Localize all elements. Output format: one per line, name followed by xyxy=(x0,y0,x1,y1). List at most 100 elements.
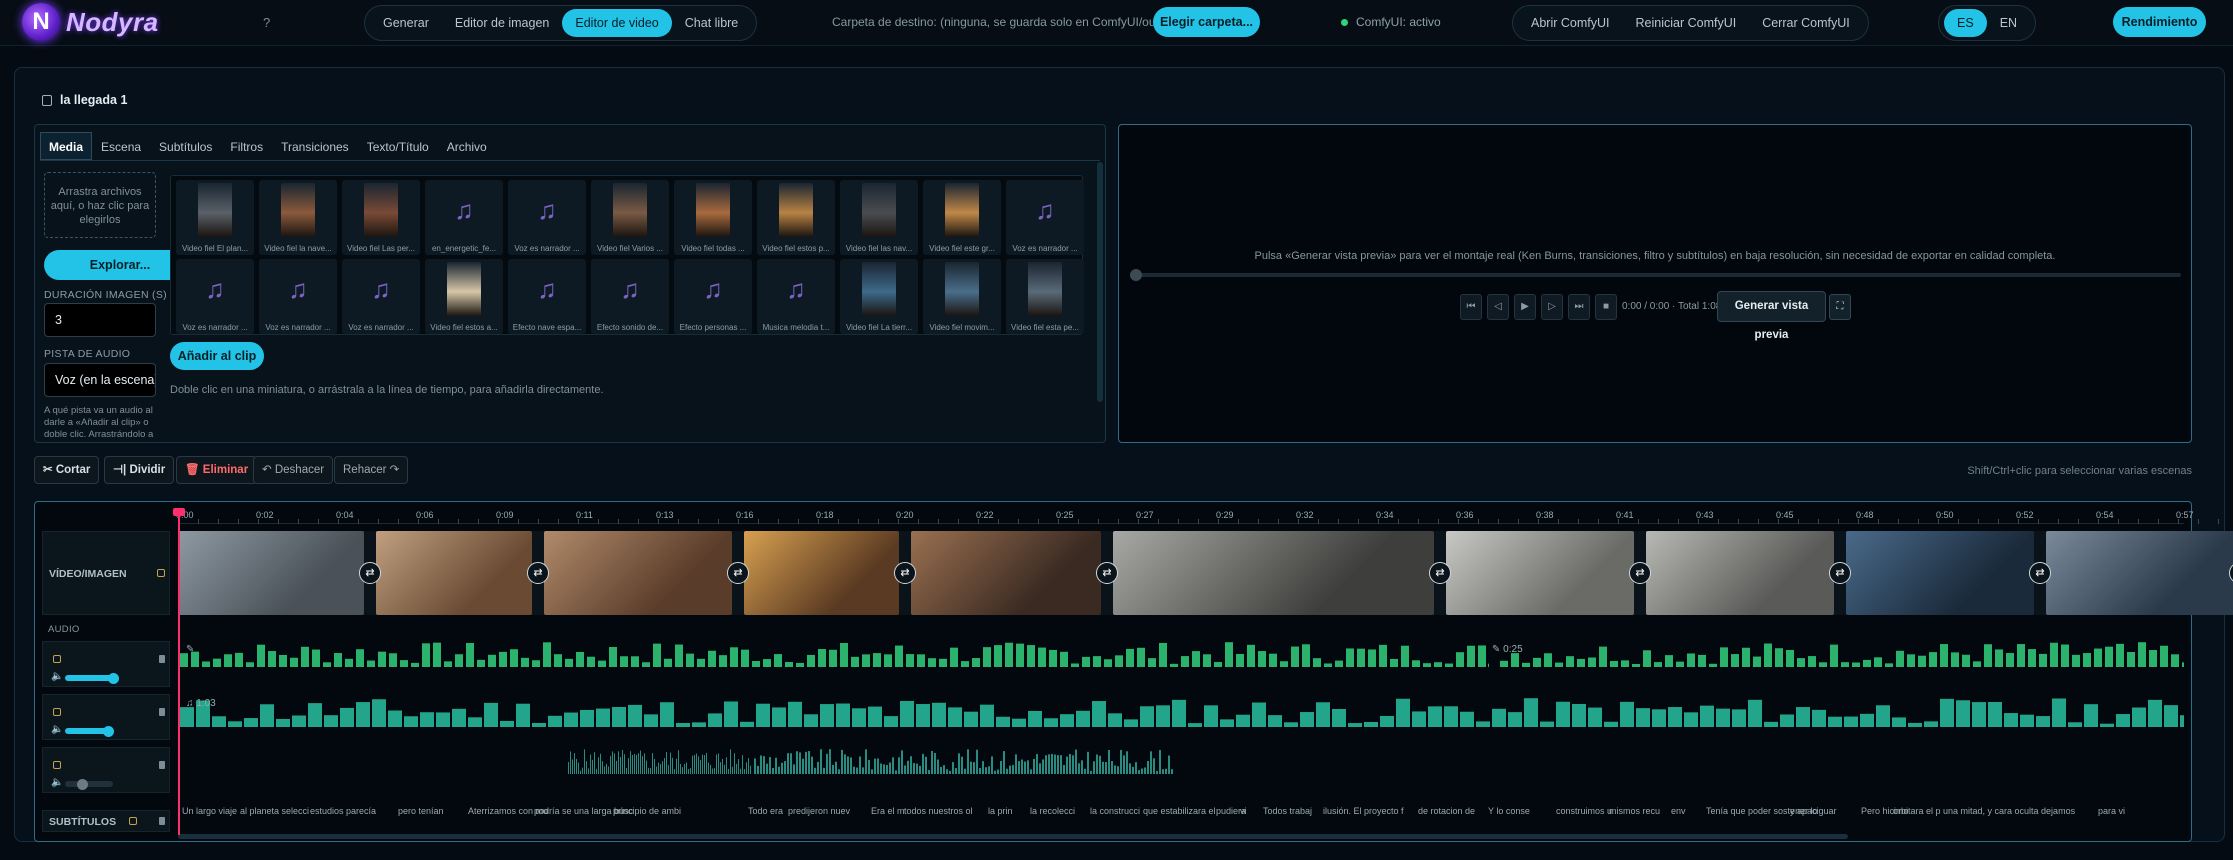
tab-filtros[interactable]: Filtros xyxy=(221,132,272,160)
skip-end-icon[interactable]: ⏭ xyxy=(1568,294,1590,320)
subtitle-clip[interactable]: la prin xyxy=(988,806,1013,816)
transition-icon[interactable]: ⇄ xyxy=(1829,562,1851,584)
video-thumbnail[interactable]: Video fiel estos a... xyxy=(425,259,503,334)
speaker-icon[interactable]: 🔈 xyxy=(51,777,63,788)
lang-es[interactable]: ES xyxy=(1944,9,1987,37)
media-scrollbar[interactable] xyxy=(1097,162,1103,402)
video-clip[interactable] xyxy=(1646,531,1834,615)
subtitle-clip[interactable]: Todo era xyxy=(748,806,783,816)
subtitle-clip[interactable]: una mitad, y cara oculta dejamos xyxy=(1943,806,2075,816)
delete-button[interactable]: 🗑 Eliminar xyxy=(176,456,258,484)
subtitle-clip[interactable]: que estabilizara el xyxy=(1143,806,1216,816)
preview-seekbar[interactable] xyxy=(1133,273,2181,277)
video-thumbnail[interactable]: Video fiel El plan... xyxy=(176,180,254,255)
video-thumbnail[interactable]: Video fiel las nav... xyxy=(840,180,918,255)
audio-thumbnail[interactable]: ♫ Voz es narrador ... xyxy=(508,180,586,255)
tab-archivo[interactable]: Archivo xyxy=(438,132,496,160)
tab-subtitulos[interactable]: Subtítulos xyxy=(150,132,221,160)
trash-icon[interactable] xyxy=(159,655,165,663)
volume-slider-3[interactable] xyxy=(65,781,113,787)
audio-waveform-3[interactable] xyxy=(178,745,2184,780)
volume-knob-3[interactable] xyxy=(77,779,88,790)
audio-thumbnail[interactable]: ♫ Efecto sonido de... xyxy=(591,259,669,334)
video-clip[interactable] xyxy=(1846,531,2034,615)
video-track[interactable]: ⇄⇄⇄⇄⇄⇄⇄⇄⇄⇄ xyxy=(178,531,2233,615)
audio-thumbnail[interactable]: ♫ Musica melodia t... xyxy=(757,259,835,334)
audio-thumbnail[interactable]: ♫ Voz es narrador ... xyxy=(1006,180,1084,255)
transition-icon[interactable]: ⇄ xyxy=(1096,562,1118,584)
video-thumbnail[interactable]: Video fiel este gr... xyxy=(923,180,1001,255)
tab-editor-imagen[interactable]: Editor de imagen xyxy=(442,9,563,37)
subtitle-clip[interactable]: para vi xyxy=(2098,806,2125,816)
subtitles-track[interactable]: Un largo viaje al planeta selecci estudios… xyxy=(178,801,2184,823)
subtitle-clip[interactable]: mismos recu xyxy=(1609,806,1660,816)
audio-thumbnail[interactable]: ♫ Efecto nave espa... xyxy=(508,259,586,334)
video-thumbnail[interactable]: Video fiel Las per... xyxy=(342,180,420,255)
performance-button[interactable]: Rendimiento xyxy=(2113,7,2206,37)
video-clip[interactable] xyxy=(1113,531,1434,615)
video-clip[interactable] xyxy=(911,531,1101,615)
video-clip[interactable] xyxy=(544,531,732,615)
app-logo[interactable]: N Nodyra xyxy=(22,3,159,41)
lock-icon[interactable] xyxy=(53,655,61,663)
subtitle-clip[interactable]: Era el m xyxy=(871,806,905,816)
seek-handle[interactable] xyxy=(1130,269,1142,281)
transition-icon[interactable]: ⇄ xyxy=(2029,562,2051,584)
video-clip[interactable] xyxy=(178,531,364,615)
redo-button[interactable]: Rehacer ↷ xyxy=(334,456,409,484)
tab-escena[interactable]: Escena xyxy=(92,132,150,160)
tab-transiciones[interactable]: Transiciones xyxy=(272,132,358,160)
tab-chat-libre[interactable]: Chat libre xyxy=(672,9,752,37)
lock-icon[interactable] xyxy=(53,761,61,769)
speaker-icon[interactable]: 🔈 xyxy=(51,671,63,682)
subtitle-clip[interactable]: orbitara el p xyxy=(1893,806,1941,816)
video-thumbnail[interactable]: Video fiel esta pe... xyxy=(1006,259,1084,334)
video-thumbnail[interactable]: Video fiel todas ... xyxy=(674,180,752,255)
tab-media[interactable]: Media xyxy=(40,132,93,160)
video-clip[interactable] xyxy=(1446,531,1634,615)
subtitle-clip[interactable]: vi xyxy=(1240,806,1247,816)
choose-folder-button[interactable]: Elegir carpeta... xyxy=(1153,7,1260,37)
subtitle-clip[interactable]: todos nuestros ol xyxy=(904,806,973,816)
subtitle-clip[interactable]: estudios parecía xyxy=(310,806,376,816)
add-to-clip-button[interactable]: Añadir al clip xyxy=(170,342,264,370)
undo-button[interactable]: ↶ Deshacer xyxy=(253,456,334,484)
lock-icon[interactable] xyxy=(157,569,165,577)
transition-icon[interactable]: ⇄ xyxy=(527,562,549,584)
subtitle-clip[interactable]: Un largo viaje xyxy=(182,806,237,816)
transition-icon[interactable]: ⇄ xyxy=(727,562,749,584)
playhead[interactable] xyxy=(173,508,185,835)
skip-start-icon[interactable]: ⏮ xyxy=(1460,294,1482,320)
trash-icon[interactable] xyxy=(159,708,165,716)
subtitle-clip[interactable]: al planeta selecci xyxy=(240,806,309,816)
help-button[interactable]: ? xyxy=(263,15,270,30)
lock-icon[interactable] xyxy=(129,817,137,825)
trash-icon[interactable] xyxy=(159,817,165,825)
file-dropzone[interactable]: Arrastra archivos aquí, o haz clic para … xyxy=(44,172,156,238)
transition-icon[interactable]: ⇄ xyxy=(359,562,381,584)
tab-generar[interactable]: Generar xyxy=(370,9,442,37)
close-comfy-button[interactable]: Cerrar ComfyUI xyxy=(1749,9,1863,37)
volume-slider-1[interactable] xyxy=(65,675,113,681)
fullscreen-icon[interactable]: ⛶ xyxy=(1829,294,1851,320)
subtitle-clip[interactable]: y apaciguar xyxy=(1790,806,1837,816)
lang-en[interactable]: EN xyxy=(1987,9,2030,37)
subtitle-clip[interactable]: ilusión. El proyecto f xyxy=(1323,806,1404,816)
audio-thumbnail[interactable]: ♫ en_energetic_fe... xyxy=(425,180,503,255)
generate-preview-button[interactable]: Generar vista previa xyxy=(1717,291,1826,341)
tab-editor-video[interactable]: Editor de video xyxy=(562,9,672,37)
subtitle-clip[interactable]: construimos u xyxy=(1556,806,1612,816)
subtitle-clip[interactable]: de rotacion de xyxy=(1418,806,1475,816)
audio-thumbnail[interactable]: ♫ Voz es narrador ... xyxy=(342,259,420,334)
video-thumbnail[interactable]: Video fiel movim... xyxy=(923,259,1001,334)
subtitle-clip[interactable]: pero tenían xyxy=(398,806,444,816)
video-thumbnail[interactable]: Video fiel La tierr... xyxy=(840,259,918,334)
audio-waveform-1[interactable] xyxy=(178,640,2184,690)
trash-icon[interactable] xyxy=(159,761,165,769)
timeline-scrollbar[interactable] xyxy=(178,834,1848,839)
video-clip[interactable] xyxy=(376,531,532,615)
subtitle-clip[interactable]: env xyxy=(1671,806,1686,816)
audio-track-select[interactable]: Voz (en la escena) xyxy=(44,363,156,397)
split-button[interactable]: ⊣| Dividir xyxy=(104,456,175,484)
timeline-ruler[interactable]: 0:00 0:02 0:04 0:06 0:09 0:11 0:13 0:16 0:18 0:20… xyxy=(176,510,2219,524)
